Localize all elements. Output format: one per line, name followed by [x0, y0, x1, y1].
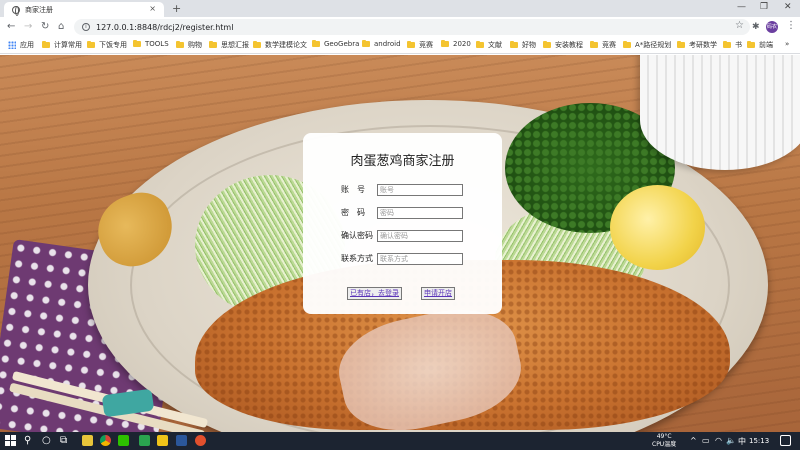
close-tab-icon[interactable]: ×	[149, 4, 156, 13]
cpu-temperature-value: 49°C	[656, 433, 672, 440]
contact-label: 联系方式	[341, 254, 373, 263]
folder-icon	[362, 40, 370, 47]
profile-avatar[interactable]: 码农	[766, 21, 778, 33]
globe-icon	[12, 5, 20, 16]
folder-icon	[723, 41, 731, 48]
folder-icon	[441, 40, 449, 47]
bookmark-folder[interactable]: 前端	[747, 40, 773, 50]
folder-icon	[209, 41, 217, 48]
cpu-temperature-label: CPU温度	[652, 441, 677, 448]
browser-menu-icon[interactable]: ⋮	[786, 20, 796, 31]
minimize-window-button[interactable]: —	[737, 2, 746, 12]
cpu-temperature: 49°C CPU温度	[652, 433, 676, 449]
white-bowl	[640, 55, 800, 170]
cortana-icon[interactable]: ○	[42, 434, 51, 448]
folder-icon	[176, 41, 184, 48]
bookmark-folder[interactable]: 计算常用	[42, 40, 82, 50]
contact-input[interactable]	[377, 253, 463, 265]
folder-icon	[747, 41, 755, 48]
bookmark-folder[interactable]: android	[362, 40, 401, 48]
bookmark-folder[interactable]: 2020	[441, 40, 471, 48]
input-method-icon[interactable]: 中	[738, 436, 746, 447]
battery-icon[interactable]: ▭	[702, 436, 710, 445]
search-icon[interactable]: ⚲	[24, 434, 31, 448]
app-icon[interactable]	[195, 435, 206, 446]
folder-icon	[677, 41, 685, 48]
taskbar: ⚲ ○ ⧉ 49°C CPU温度 ^ ▭ ◠ 🔈 中 15:13	[0, 432, 800, 450]
bookmark-folder[interactable]: GeoGebra	[312, 40, 359, 48]
chrome-app-icon[interactable]	[100, 435, 111, 446]
wifi-icon[interactable]: ◠	[715, 436, 722, 445]
folder-icon	[312, 40, 320, 47]
bookmark-folder[interactable]: 数学建模论文	[253, 40, 307, 50]
folder-icon	[510, 41, 518, 48]
folder-icon	[133, 40, 141, 47]
register-card: 肉蛋葱鸡商家注册 账 号 密 码 确认密码 联系方式 已有店，去登录 申请开店	[303, 133, 502, 314]
apply-shop-button[interactable]: 申请开店	[421, 287, 455, 300]
folder-icon	[87, 41, 95, 48]
bookmark-folder[interactable]: 思想汇报	[209, 40, 249, 50]
word-app-icon[interactable]	[176, 435, 187, 446]
reload-button[interactable]: ↻	[41, 20, 49, 34]
bookmark-apps[interactable]: 应用	[8, 40, 34, 50]
folder-icon	[623, 41, 631, 48]
tab-register[interactable]: 商家注册 ×	[4, 2, 164, 17]
folder-icon	[543, 41, 551, 48]
bookmark-folder[interactable]: 文献	[476, 40, 502, 50]
bookmark-folder[interactable]: 安装教程	[543, 40, 583, 50]
new-tab-button[interactable]: +	[172, 2, 181, 15]
bookmark-folder[interactable]: TOOLS	[133, 40, 169, 48]
bookmark-folder[interactable]: 好物	[510, 40, 536, 50]
bookmark-folder[interactable]: 书	[723, 40, 742, 50]
bookmark-folder[interactable]: 下饭专用	[87, 40, 127, 50]
apps-grid-icon	[8, 41, 16, 49]
bookmark-folder[interactable]: 考研数学	[677, 40, 717, 50]
address-bar[interactable]: i 127.0.0.1:8848/rdcj2/register.html ☆	[74, 19, 750, 35]
confirm-password-label: 确认密码	[341, 231, 373, 240]
bookmark-folder[interactable]: A*路径规划	[623, 40, 671, 50]
bookmarks-bar: 应用 计算常用 下饭专用 TOOLS 购物 思想汇报 数学建模论文 GeoGeb…	[0, 37, 800, 54]
account-label: 账 号	[341, 185, 365, 194]
home-button[interactable]: ⌂	[58, 20, 64, 34]
bookmark-folder[interactable]: 竞赛	[407, 40, 433, 50]
folder-icon	[407, 41, 415, 48]
hbuilder-app-icon[interactable]	[139, 435, 150, 446]
tab-title: 商家注册	[25, 5, 53, 14]
account-input[interactable]	[377, 184, 463, 196]
folder-icon	[476, 41, 484, 48]
sticky-notes-app-icon[interactable]	[82, 435, 93, 446]
file-explorer-icon[interactable]	[157, 435, 168, 446]
start-windows-icon[interactable]	[5, 435, 17, 447]
folder-icon	[590, 41, 598, 48]
close-window-button[interactable]: ✕	[784, 2, 792, 12]
bookmarks-more-button[interactable]: »	[785, 40, 789, 48]
bookmark-folder[interactable]: 竞赛	[590, 40, 616, 50]
bookmark-star-icon[interactable]: ☆	[735, 20, 744, 31]
forward-button[interactable]: →	[24, 20, 32, 34]
browser-toolbar: ← → ↻ ⌂ i 127.0.0.1:8848/rdcj2/register.…	[0, 17, 800, 37]
notification-center-icon[interactable]	[780, 435, 791, 446]
confirm-password-input[interactable]	[377, 230, 463, 242]
go-login-button[interactable]: 已有店，去登录	[347, 287, 402, 300]
url-text: 127.0.0.1:8848/rdcj2/register.html	[96, 22, 234, 32]
folder-icon	[42, 41, 50, 48]
back-button[interactable]: ←	[7, 20, 15, 34]
bookmark-folder[interactable]: 购物	[176, 40, 202, 50]
tab-strip: 商家注册 × + — ❐ ✕	[0, 0, 800, 17]
password-label: 密 码	[341, 208, 365, 217]
register-title: 肉蛋葱鸡商家注册	[350, 154, 455, 169]
extensions-icon[interactable]: ✱	[752, 22, 760, 32]
show-hidden-icons-caret[interactable]: ^	[690, 436, 697, 445]
site-info-icon[interactable]: i	[82, 23, 90, 31]
clock-time[interactable]: 15:13	[749, 437, 769, 445]
wechat-app-icon[interactable]	[118, 435, 129, 446]
password-input[interactable]	[377, 207, 463, 219]
volume-icon[interactable]: 🔈	[726, 436, 736, 445]
lemon-slice	[610, 185, 705, 270]
task-view-icon[interactable]: ⧉	[60, 434, 67, 448]
folder-icon	[253, 41, 261, 48]
restore-window-button[interactable]: ❐	[760, 2, 768, 12]
